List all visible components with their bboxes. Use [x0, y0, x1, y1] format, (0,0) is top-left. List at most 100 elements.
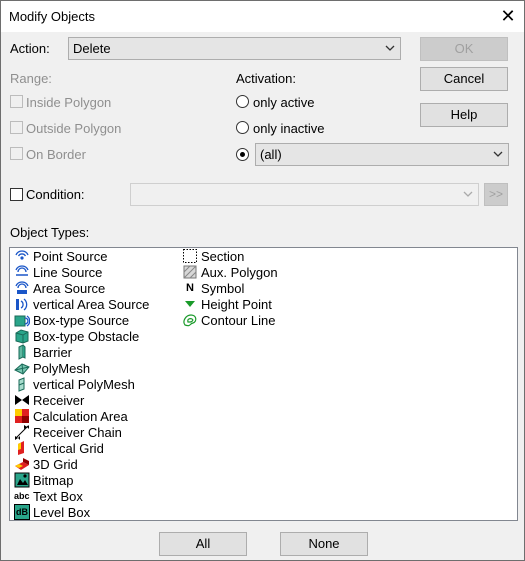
list-item[interactable]: Height Point: [182, 296, 272, 312]
list-item-label: Box-type Source: [33, 312, 130, 328]
list-item[interactable]: Receiver: [14, 392, 84, 408]
calculation-area-icon: [14, 408, 30, 424]
level-box-icon: dB: [14, 504, 30, 520]
list-item-label: Calculation Area: [33, 408, 128, 424]
condition-label: Condition:: [26, 187, 85, 202]
list-item[interactable]: Line Source: [14, 264, 102, 280]
condition-checkbox[interactable]: [10, 188, 23, 201]
close-icon: ✕: [500, 6, 516, 26]
section-icon: [182, 248, 198, 264]
list-item[interactable]: Contour Line: [182, 312, 275, 328]
list-item[interactable]: 3D Grid: [14, 456, 78, 472]
list-item-label: Aux. Polygon: [201, 264, 278, 280]
inside-polygon-checkbox[interactable]: [10, 95, 23, 108]
barrier-icon: [14, 344, 30, 360]
chevron-down-icon: [385, 45, 395, 51]
list-item-label: Box-type Obstacle: [33, 328, 140, 344]
list-item-label: Vertical Grid: [33, 440, 104, 456]
on-border-label: On Border: [26, 147, 86, 162]
list-item[interactable]: Box-type Source: [14, 312, 129, 328]
activation-label: Activation:: [236, 71, 296, 86]
cancel-button[interactable]: Cancel: [420, 67, 508, 91]
outside-polygon-checkbox[interactable]: [10, 121, 23, 134]
height-point-icon: [182, 296, 198, 312]
vertical-polymesh-icon: [14, 376, 30, 392]
list-item-label: Contour Line: [201, 312, 276, 328]
list-item-label: Bitmap: [33, 472, 74, 488]
list-item[interactable]: N Symbol: [182, 280, 244, 296]
outside-polygon-label: Outside Polygon: [26, 121, 122, 136]
window-title: Modify Objects: [9, 9, 95, 24]
list-item-label: Point Source: [33, 248, 108, 264]
list-item-label: Line Source: [33, 264, 103, 280]
list-item[interactable]: PolyMesh: [14, 360, 90, 376]
only-active-label: only active: [253, 95, 315, 110]
title-bar: Modify Objects ✕: [1, 1, 524, 32]
list-item-label: Section: [201, 248, 245, 264]
list-item-label: Height Point: [201, 296, 272, 312]
list-item-label: vertical Area Source: [33, 296, 150, 312]
receiver-chain-icon: [14, 424, 30, 440]
list-item[interactable]: dB Level Box: [14, 504, 90, 520]
list-item-label: Barrier: [33, 344, 73, 360]
activation-select-value: (all): [260, 147, 282, 162]
activation-combo-radio[interactable]: [236, 148, 249, 161]
vertical-area-source-icon: [14, 296, 30, 312]
receiver-icon: [14, 392, 30, 408]
action-select-value: Delete: [73, 41, 111, 56]
3d-grid-icon: [14, 456, 30, 472]
list-item-label: Area Source: [33, 280, 106, 296]
list-item[interactable]: Receiver Chain: [14, 424, 122, 440]
list-item-label: PolyMesh: [33, 360, 91, 376]
chevron-down-icon: [493, 151, 503, 157]
condition-select[interactable]: [130, 183, 479, 206]
list-item[interactable]: vertical PolyMesh: [14, 376, 135, 392]
line-source-icon: [14, 264, 30, 280]
vertical-grid-icon: [14, 440, 30, 456]
aux-polygon-icon: [182, 264, 198, 280]
list-item[interactable]: Aux. Polygon: [182, 264, 278, 280]
list-item[interactable]: vertical Area Source: [14, 296, 149, 312]
list-item-label: Receiver: [33, 392, 85, 408]
modify-objects-dialog: Modify Objects ✕ Action: Delete OK Cance…: [0, 0, 525, 561]
list-item[interactable]: Box-type Obstacle: [14, 328, 139, 344]
box-type-obstacle-icon: [14, 328, 30, 344]
box-type-source-icon: [14, 312, 30, 328]
list-item-label: 3D Grid: [33, 456, 78, 472]
on-border-checkbox[interactable]: [10, 147, 23, 160]
list-item-label: vertical PolyMesh: [33, 376, 135, 392]
list-item[interactable]: Calculation Area: [14, 408, 128, 424]
object-types-list[interactable]: Point Source Line Source Area Source ver…: [9, 247, 518, 521]
select-all-button[interactable]: All: [159, 532, 247, 556]
inside-polygon-label: Inside Polygon: [26, 95, 112, 110]
point-source-icon: [14, 248, 30, 264]
close-button[interactable]: ✕: [492, 1, 524, 32]
list-item-label: Level Box: [33, 504, 91, 520]
only-active-radio[interactable]: [236, 95, 249, 108]
symbol-icon: N: [186, 282, 194, 294]
list-item-label: Text Box: [33, 488, 83, 504]
only-inactive-radio[interactable]: [236, 121, 249, 134]
chevron-down-icon: [463, 191, 473, 197]
object-types-label: Object Types:: [10, 225, 90, 240]
list-item-label: Symbol: [201, 280, 245, 296]
range-label: Range:: [10, 71, 52, 86]
list-item[interactable]: abc Text Box: [14, 488, 83, 504]
action-label: Action:: [10, 41, 50, 56]
condition-more-button[interactable]: >>: [484, 183, 508, 206]
help-button[interactable]: Help: [420, 103, 508, 127]
list-item[interactable]: Section: [182, 248, 244, 264]
text-box-icon: abc: [14, 491, 30, 501]
polymesh-icon: [14, 360, 30, 376]
action-select[interactable]: Delete: [68, 37, 401, 60]
select-none-button[interactable]: None: [280, 532, 368, 556]
ok-button[interactable]: OK: [420, 37, 508, 61]
only-inactive-label: only inactive: [253, 121, 325, 136]
list-item[interactable]: Bitmap: [14, 472, 73, 488]
area-source-icon: [14, 280, 30, 296]
activation-select[interactable]: (all): [255, 143, 509, 166]
list-item[interactable]: Point Source: [14, 248, 107, 264]
list-item[interactable]: Area Source: [14, 280, 105, 296]
list-item[interactable]: Vertical Grid: [14, 440, 104, 456]
list-item[interactable]: Barrier: [14, 344, 72, 360]
